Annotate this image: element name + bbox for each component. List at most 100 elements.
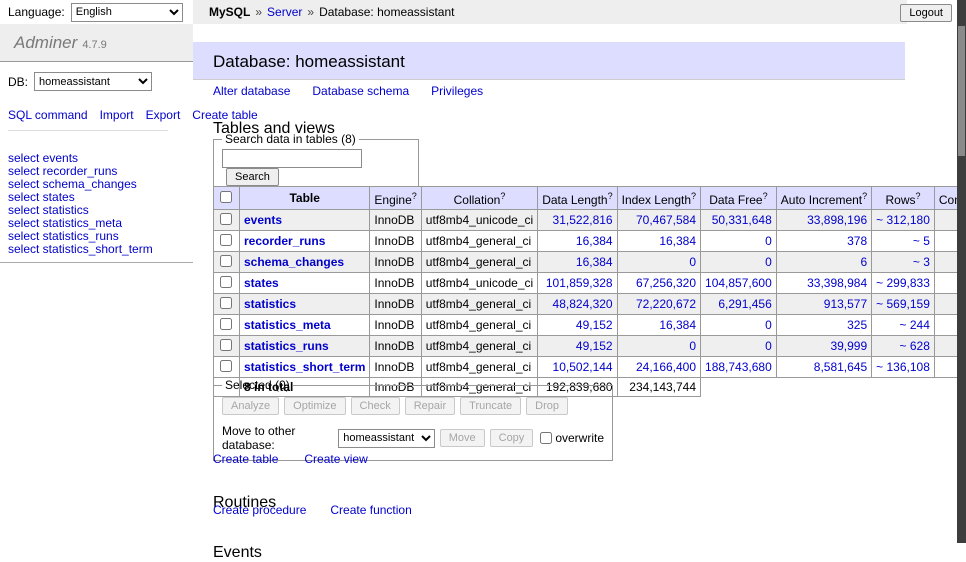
db-action-link[interactable]: Alter database: [213, 84, 290, 98]
index-length-cell[interactable]: 70,467,584: [617, 210, 700, 231]
auto-increment-cell[interactable]: 325: [776, 315, 871, 336]
row-checkbox[interactable]: [220, 339, 232, 351]
move-button[interactable]: Move: [440, 429, 485, 447]
auto-increment-cell[interactable]: 33,398,984: [776, 273, 871, 294]
truncate-button[interactable]: Truncate: [460, 397, 521, 415]
index-length-cell[interactable]: 16,384: [617, 315, 700, 336]
create-link[interactable]: Create table: [213, 452, 278, 466]
rows-cell[interactable]: ~ 569,159: [872, 294, 935, 315]
auto-increment-cell[interactable]: 33,898,196: [776, 210, 871, 231]
sidebar-table-link[interactable]: select statistics_short_term: [8, 243, 193, 256]
row-checkbox[interactable]: [220, 360, 232, 372]
row-checkbox[interactable]: [220, 234, 232, 246]
scrollbar-thumb[interactable]: [958, 26, 965, 156]
logout-button[interactable]: Logout: [900, 4, 952, 22]
data-free-cell[interactable]: 104,857,600: [701, 273, 777, 294]
sidebar-links: SQL commandImportExportCreate table: [8, 108, 168, 131]
table-name-link[interactable]: recorder_runs: [244, 234, 325, 248]
auto-increment-cell[interactable]: 39,999: [776, 336, 871, 357]
rows-cell[interactable]: ~ 5: [872, 231, 935, 252]
index-length-cell[interactable]: 0: [617, 252, 700, 273]
row-checkbox[interactable]: [220, 255, 232, 267]
data-free-cell[interactable]: 50,331,648: [701, 210, 777, 231]
db-action-link[interactable]: Privileges: [431, 84, 483, 98]
auto-increment-cell[interactable]: 913,577: [776, 294, 871, 315]
table-name-cell: recorder_runs: [240, 231, 370, 252]
rows-cell[interactable]: ~ 136,108: [872, 357, 935, 378]
index-length-cell[interactable]: 16,384: [617, 231, 700, 252]
analyze-button[interactable]: Analyze: [222, 397, 279, 415]
select-all-checkbox[interactable]: [220, 191, 232, 203]
table-name-link[interactable]: statistics: [244, 297, 296, 311]
vertical-scrollbar[interactable]: [957, 0, 966, 543]
help-link[interactable]: ?: [691, 191, 696, 201]
overwrite-checkbox[interactable]: [540, 432, 552, 444]
app-logo: Adminer4.7.9: [0, 24, 193, 62]
data-free-cell[interactable]: 188,743,680: [701, 357, 777, 378]
optimize-button[interactable]: Optimize: [284, 397, 345, 415]
row-checkbox[interactable]: [220, 276, 232, 288]
table-name-cell: statistics_runs: [240, 336, 370, 357]
app-version-link[interactable]: 4.7.9: [82, 39, 106, 51]
data-length-cell[interactable]: 16,384: [538, 231, 617, 252]
rows-cell[interactable]: ~ 312,180: [872, 210, 935, 231]
auto-increment-cell[interactable]: 6: [776, 252, 871, 273]
drop-button[interactable]: Drop: [526, 397, 568, 415]
table-name-link[interactable]: events: [244, 213, 282, 227]
row-checkbox[interactable]: [220, 318, 232, 330]
help-link[interactable]: ?: [916, 191, 921, 201]
auto-increment-cell[interactable]: 378: [776, 231, 871, 252]
table-name-link[interactable]: statistics_runs: [244, 339, 329, 353]
row-checkbox[interactable]: [220, 297, 232, 309]
sidebar-link[interactable]: Export: [146, 108, 181, 122]
routine-link[interactable]: Create function: [330, 503, 411, 517]
search-input[interactable]: [222, 149, 362, 168]
data-length-cell[interactable]: 101,859,328: [538, 273, 617, 294]
data-length-cell[interactable]: 16,384: [538, 252, 617, 273]
selected-actions: Analyze Optimize Check Repair Truncate Drop: [222, 397, 604, 415]
language-select[interactable]: English: [71, 3, 183, 22]
table-name-link[interactable]: statistics_meta: [244, 318, 331, 332]
help-link[interactable]: ?: [500, 191, 505, 201]
data-free-cell[interactable]: 6,291,456: [701, 294, 777, 315]
db-select[interactable]: homeassistant: [34, 72, 152, 91]
data-length-cell[interactable]: 49,152: [538, 315, 617, 336]
breadcrumb-server-link[interactable]: Server: [267, 5, 302, 19]
data-free-cell[interactable]: 0: [701, 231, 777, 252]
db-action-link[interactable]: Database schema: [312, 84, 409, 98]
check-button[interactable]: Check: [351, 397, 400, 415]
data-length-cell[interactable]: 48,824,320: [538, 294, 617, 315]
table-name-link[interactable]: states: [244, 276, 279, 290]
index-length-cell[interactable]: 72,220,672: [617, 294, 700, 315]
help-link[interactable]: ?: [608, 191, 613, 201]
data-free-cell[interactable]: 0: [701, 252, 777, 273]
table-name-link[interactable]: schema_changes: [244, 255, 344, 269]
rows-cell[interactable]: ~ 299,833: [872, 273, 935, 294]
row-checkbox[interactable]: [220, 213, 232, 225]
rows-cell[interactable]: ~ 244: [872, 315, 935, 336]
sidebar-link[interactable]: Import: [100, 108, 134, 122]
data-length-cell[interactable]: 10,502,144: [538, 357, 617, 378]
index-length-cell[interactable]: 0: [617, 336, 700, 357]
auto-increment-cell[interactable]: 8,581,645: [776, 357, 871, 378]
routine-link[interactable]: Create procedure: [213, 503, 306, 517]
index-length-cell[interactable]: 24,166,400: [617, 357, 700, 378]
data-length-cell[interactable]: 49,152: [538, 336, 617, 357]
data-free-cell[interactable]: 0: [701, 336, 777, 357]
create-link[interactable]: Create view: [304, 452, 367, 466]
data-length-cell[interactable]: 31,522,816: [538, 210, 617, 231]
help-link[interactable]: ?: [412, 191, 417, 201]
copy-button[interactable]: Copy: [490, 429, 534, 447]
sidebar-link[interactable]: SQL command: [8, 108, 88, 122]
rows-cell[interactable]: ~ 628: [872, 336, 935, 357]
repair-button[interactable]: Repair: [405, 397, 455, 415]
index-length-cell[interactable]: 67,256,320: [617, 273, 700, 294]
table-name-link[interactable]: statistics_short_term: [244, 360, 365, 374]
rows-cell[interactable]: ~ 3: [872, 252, 935, 273]
help-link[interactable]: ?: [862, 191, 867, 201]
search-button[interactable]: Search: [226, 168, 279, 186]
move-db-select[interactable]: homeassistant: [338, 429, 435, 448]
engine-cell: InnoDB: [370, 210, 421, 231]
data-free-cell[interactable]: 0: [701, 315, 777, 336]
help-link[interactable]: ?: [763, 191, 768, 201]
